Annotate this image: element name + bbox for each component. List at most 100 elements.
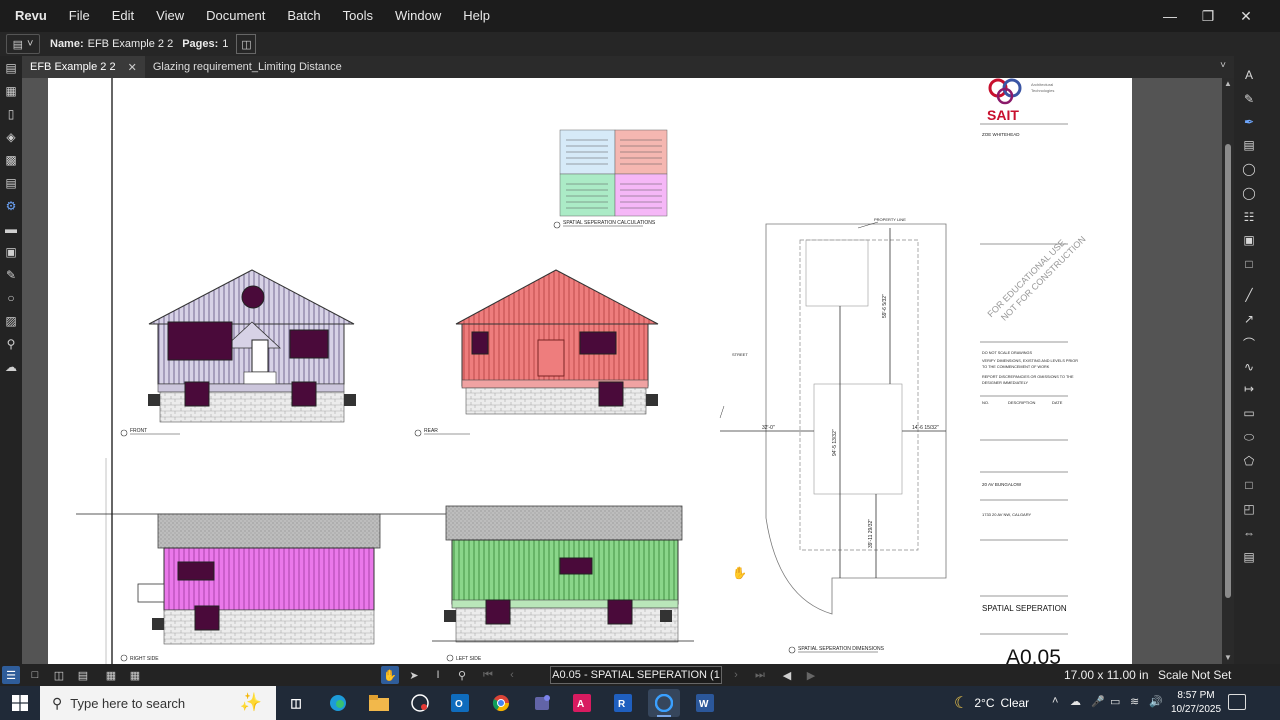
dimension-icon[interactable]: ↦ xyxy=(1238,378,1260,400)
scroll-down-arrow[interactable]: ▼ xyxy=(1222,652,1234,664)
text-select-icon[interactable]: I xyxy=(429,666,447,684)
scroll-thumb[interactable] xyxy=(1225,144,1231,598)
studio-icon[interactable]: ☁ xyxy=(0,355,22,378)
list-view-icon[interactable]: ☰ xyxy=(2,666,20,684)
outlook-icon[interactable]: O xyxy=(444,689,476,717)
page-thumbnails-button[interactable]: ◫ xyxy=(236,34,257,54)
menu-batch[interactable]: Batch xyxy=(276,0,331,32)
edge-icon[interactable] xyxy=(322,689,354,717)
bookmarks-icon[interactable]: ▯ xyxy=(0,102,22,125)
word-icon[interactable]: W xyxy=(689,689,721,717)
previous-page-icon[interactable]: ‹ xyxy=(503,666,521,684)
highlight-icon[interactable]: ✎ xyxy=(1238,88,1260,110)
first-page-icon[interactable]: ⏮ xyxy=(479,666,497,684)
markups-list-icon[interactable]: ▤ xyxy=(0,171,22,194)
revit-icon[interactable]: R xyxy=(607,689,639,717)
arc-icon[interactable]: ⌒ xyxy=(1238,332,1260,354)
drawing-canvas[interactable]: SPATIAL SEPERATION CALCULATIONS FRONT RE… xyxy=(22,78,1222,664)
minimize-button[interactable]: — xyxy=(1152,0,1188,32)
ellipse-icon[interactable]: ⬭ xyxy=(1238,426,1260,448)
close-window-button[interactable]: ✕ xyxy=(1228,0,1264,32)
menu-edit[interactable]: Edit xyxy=(101,0,145,32)
file-explorer-icon[interactable] xyxy=(363,689,395,717)
close-icon[interactable]: ✕ xyxy=(128,61,137,74)
callout-icon[interactable]: ▤ xyxy=(1238,134,1260,156)
taskbar-search-box[interactable]: ⚲ Type here to search ✨ xyxy=(40,686,276,720)
links-icon[interactable]: ○ xyxy=(0,286,22,309)
pan-icon[interactable]: ✋ xyxy=(381,666,399,684)
rectangle-icon[interactable]: ▭ xyxy=(1238,402,1260,424)
cloud-icon[interactable]: ☁ xyxy=(1070,695,1081,708)
sync-icon[interactable]: ▦ xyxy=(102,666,120,684)
length-icon[interactable]: ⇔ xyxy=(1238,522,1260,544)
rev-col-date: DATE xyxy=(1052,400,1063,405)
stamp-icon[interactable]: ☷ xyxy=(1238,206,1260,228)
tab-efb-example[interactable]: EFB Example 2 2 ✕ xyxy=(22,56,145,78)
signatures-icon[interactable]: ✎ xyxy=(0,263,22,286)
menu-view[interactable]: View xyxy=(145,0,195,32)
teams-icon[interactable] xyxy=(526,689,558,717)
next-page-icon[interactable]: › xyxy=(727,666,745,684)
restore-button[interactable]: ❐ xyxy=(1190,0,1226,32)
microphone-icon[interactable]: 🎤 xyxy=(1091,695,1105,708)
select-icon[interactable]: ➤ xyxy=(405,666,423,684)
menu-revu[interactable]: Revu xyxy=(0,0,58,32)
menu-help[interactable]: Help xyxy=(452,0,501,32)
media-app-icon[interactable] xyxy=(404,689,436,717)
layers-icon[interactable]: ◈ xyxy=(0,125,22,148)
measure-icon[interactable]: □ xyxy=(1238,474,1260,496)
task-view-icon[interactable]: ◫ xyxy=(280,689,312,717)
chevron-up-icon[interactable]: ˄ xyxy=(1052,695,1058,707)
text-box-icon[interactable]: A xyxy=(1238,64,1260,86)
properties-icon[interactable]: ⚙ xyxy=(0,194,22,217)
tile-icon[interactable]: ▦ xyxy=(126,666,144,684)
cloud-icon[interactable]: ◯ xyxy=(1238,158,1260,180)
image-icon[interactable]: ▣ xyxy=(1238,229,1260,251)
previous-view-icon[interactable]: ◀ xyxy=(778,666,796,684)
measurements-icon[interactable]: ▬ xyxy=(0,217,22,240)
acrobat-icon[interactable]: A xyxy=(566,689,598,717)
document-menu-button[interactable]: ▤ ˅ xyxy=(6,34,40,54)
line-icon[interactable]: ╱ xyxy=(1238,284,1260,306)
pen-icon[interactable]: ✒ xyxy=(1238,111,1260,133)
split-vertical-icon[interactable]: ◫ xyxy=(50,666,68,684)
stamps-icon[interactable]: ▨ xyxy=(0,309,22,332)
panel-icon[interactable]: ▤ xyxy=(1238,546,1260,568)
speaker-icon[interactable]: 🔊 xyxy=(1149,695,1163,708)
note-2: VERIFY DIMENSIONS, EXISTING AND LEVELS P… xyxy=(982,359,1078,363)
polyline-icon[interactable]: ∿ xyxy=(1238,356,1260,378)
system-clock[interactable]: 8:57 PM 10/27/2025 xyxy=(1168,689,1224,717)
single-page-icon[interactable]: □ xyxy=(26,666,44,684)
search-icon[interactable]: ⚲ xyxy=(0,332,22,355)
tab-glazing-requirement[interactable]: Glazing requirement_Limiting Distance xyxy=(145,56,350,78)
wifi-icon[interactable]: ≋ xyxy=(1130,695,1139,708)
eraser-icon[interactable]: ◰ xyxy=(1238,498,1260,520)
menu-window[interactable]: Window xyxy=(384,0,452,32)
sets-icon[interactable]: ▣ xyxy=(0,240,22,263)
polygon-icon[interactable]: ⬠ xyxy=(1238,450,1260,472)
grid-panel-icon[interactable]: ▦ xyxy=(0,79,22,102)
page-navigator[interactable]: A0.05 - SPATIAL SEPERATION (1 of 1) xyxy=(550,666,722,697)
cloud-plus-icon[interactable]: ◯ xyxy=(1238,182,1260,204)
vertical-scrollbar[interactable]: ▲ ▼ xyxy=(1222,78,1234,664)
menu-tools[interactable]: Tools xyxy=(332,0,384,32)
scroll-up-arrow[interactable]: ▲ xyxy=(1222,78,1234,90)
next-view-icon[interactable]: ▶ xyxy=(802,666,820,684)
menu-file[interactable]: File xyxy=(58,0,101,32)
zoom-icon[interactable]: ⚲ xyxy=(453,666,471,684)
weather-widget[interactable]: ☾ 2°C Clear xyxy=(954,686,1029,720)
thumbnails-icon[interactable]: ▤ xyxy=(0,56,22,79)
battery-icon[interactable]: ▭ xyxy=(1110,695,1120,708)
snapshot-icon[interactable]: □ xyxy=(1238,253,1260,275)
split-horizontal-icon[interactable]: ▤ xyxy=(74,666,92,684)
notifications-icon[interactable] xyxy=(1228,694,1246,710)
revu-app-icon[interactable] xyxy=(648,689,680,717)
start-button[interactable] xyxy=(0,686,40,720)
chrome-icon[interactable] xyxy=(485,689,517,717)
menu-document[interactable]: Document xyxy=(195,0,276,32)
scale-status[interactable]: Scale Not Set xyxy=(1158,668,1231,682)
arrow-icon[interactable]: ↗ xyxy=(1238,308,1260,330)
toolchest-icon[interactable]: ▩ xyxy=(0,148,22,171)
last-page-icon[interactable]: ⏭ xyxy=(751,666,769,684)
chevron-down-icon[interactable]: ˅ xyxy=(1220,60,1226,71)
